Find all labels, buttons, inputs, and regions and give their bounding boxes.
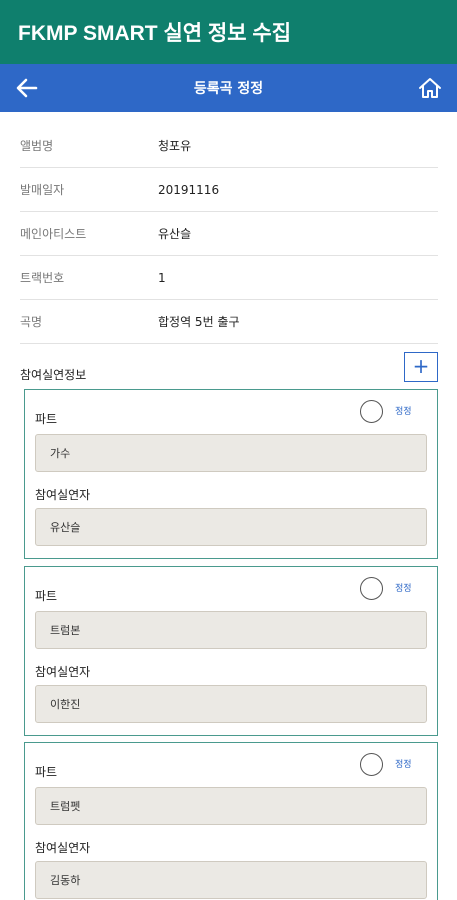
edit-link[interactable]: 정정 bbox=[395, 581, 412, 594]
back-arrow-icon[interactable] bbox=[14, 76, 40, 100]
participants-section-header: 참여실연정보 + bbox=[20, 352, 438, 384]
album-label: 앨범명 bbox=[20, 139, 54, 153]
performer-label: 참여실연자 bbox=[35, 841, 91, 855]
info-row-release-date: 발매일자 20191116 bbox=[20, 168, 438, 212]
participant-card: 파트 정정 가수 참여실연자 유산슬 bbox=[24, 389, 438, 559]
part-field[interactable]: 가수 bbox=[35, 434, 427, 472]
part-field[interactable]: 트럼펫 bbox=[35, 787, 427, 825]
participant-card: 파트 정정 트럼본 참여실연자 이한진 bbox=[24, 566, 438, 736]
track-number-label: 트랙번호 bbox=[20, 271, 65, 285]
part-field[interactable]: 트럼본 bbox=[35, 611, 427, 649]
main-artist-label: 메인아티스트 bbox=[20, 227, 87, 241]
part-label: 파트 bbox=[35, 765, 58, 779]
song-title-label: 곡명 bbox=[20, 315, 43, 329]
select-radio[interactable] bbox=[360, 753, 383, 776]
track-number-value: 1 bbox=[158, 270, 166, 285]
release-date-label: 발매일자 bbox=[20, 183, 65, 197]
app-header: FKMP SMART 실연 정보 수집 bbox=[0, 0, 457, 64]
album-value: 청포유 bbox=[158, 139, 192, 153]
info-row-track-number: 트랙번호 1 bbox=[20, 256, 438, 300]
info-row-song-title: 곡명 합정역 5번 출구 bbox=[20, 300, 438, 344]
app-title: FKMP SMART 실연 정보 수집 bbox=[18, 22, 292, 45]
main-artist-value: 유산슬 bbox=[158, 227, 192, 241]
add-participant-button[interactable]: + bbox=[404, 352, 438, 382]
performer-label: 참여실연자 bbox=[35, 488, 91, 502]
performer-field[interactable]: 이한진 bbox=[35, 685, 427, 723]
song-title-value: 합정역 5번 출구 bbox=[158, 315, 240, 329]
part-label: 파트 bbox=[35, 589, 58, 603]
participants-section-title: 참여실연정보 bbox=[20, 368, 87, 382]
part-label: 파트 bbox=[35, 412, 58, 426]
edit-link[interactable]: 정정 bbox=[395, 757, 412, 770]
info-row-album: 앨범명 청포유 bbox=[20, 124, 438, 168]
select-radio[interactable] bbox=[360, 577, 383, 600]
release-date-value: 20191116 bbox=[158, 182, 220, 197]
song-info-list: 앨범명 청포유 발매일자 20191116 메인아티스트 유산슬 트랙번호 1 … bbox=[20, 124, 438, 344]
performer-field[interactable]: 김동하 bbox=[35, 861, 427, 899]
home-icon[interactable] bbox=[417, 75, 443, 101]
performer-field[interactable]: 유산슬 bbox=[35, 508, 427, 546]
edit-link[interactable]: 정정 bbox=[395, 404, 412, 417]
participant-card: 파트 정정 트럼펫 참여실연자 김동하 bbox=[24, 742, 438, 900]
performer-label: 참여실연자 bbox=[35, 665, 91, 679]
info-row-main-artist: 메인아티스트 유산슬 bbox=[20, 212, 438, 256]
nav-bar: 등록곡 정정 bbox=[0, 64, 457, 112]
select-radio[interactable] bbox=[360, 400, 383, 423]
page-title: 등록곡 정정 bbox=[193, 81, 264, 97]
